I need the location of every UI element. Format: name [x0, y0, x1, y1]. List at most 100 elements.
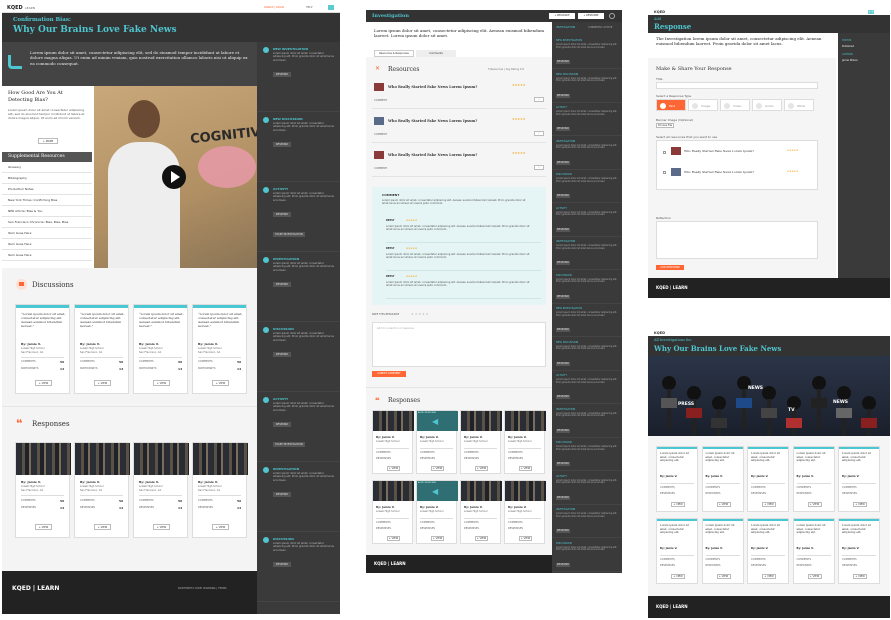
b-response-thumb[interactable]: [505, 411, 546, 431]
c-apps-icon[interactable]: [868, 10, 874, 14]
d-logo[interactable]: KQED: [654, 331, 665, 335]
response-thumb[interactable]: [75, 443, 130, 475]
title-input[interactable]: [656, 82, 818, 89]
b-response-thumb[interactable]: [505, 481, 546, 501]
video-player[interactable]: COGNITIVE BIAS: [94, 86, 309, 272]
b-respond-button[interactable]: RESPOND: [556, 428, 570, 433]
d-view-button[interactable]: + VIEW: [716, 574, 731, 579]
d-view-button[interactable]: + VIEW: [807, 574, 822, 579]
resource-item[interactable]: Item Goes Here: [2, 239, 92, 250]
type-option-video[interactable]: Video: [720, 99, 750, 111]
b-respond-button[interactable]: RESPOND: [556, 227, 570, 232]
b-view-button[interactable]: + VIEW: [475, 466, 488, 471]
d-view-button[interactable]: + VIEW: [762, 502, 776, 507]
resource-comments[interactable]: COMMENT: [374, 167, 387, 170]
b-respond-button[interactable]: RESPOND: [556, 562, 570, 567]
view-button[interactable]: + VIEW: [212, 380, 229, 386]
type-option-text[interactable]: Text: [656, 99, 686, 111]
respond-button[interactable]: RESPOND: [273, 72, 291, 77]
b-respond-button[interactable]: RESPOND: [556, 462, 570, 466]
d-view-button[interactable]: + VIEW: [853, 574, 867, 579]
respond-button[interactable]: RESPOND: [273, 282, 291, 287]
type-option-other[interactable]: Other: [784, 99, 814, 111]
settings-icon[interactable]: [609, 13, 615, 19]
b-view-button[interactable]: + VIEW: [431, 536, 444, 541]
add-response-button[interactable]: + RESPONSE: [578, 13, 604, 19]
view-button[interactable]: + VIEW: [153, 380, 170, 386]
respond-button[interactable]: RESPOND: [273, 142, 291, 147]
view-button[interactable]: + VIEW: [94, 524, 111, 530]
resource-more-button[interactable]: ›: [534, 97, 544, 102]
resource-more-button[interactable]: ›: [534, 131, 544, 136]
b-respond-button[interactable]: RESPOND: [556, 60, 570, 64]
b-view-button[interactable]: + VIEW: [519, 466, 532, 471]
start-investigation-button[interactable]: START INVESTIGATION: [273, 442, 305, 447]
b-respond-button[interactable]: RESPOND: [556, 529, 570, 533]
apps-grid-icon[interactable]: [328, 5, 334, 10]
b-respond-button[interactable]: RESPOND: [556, 160, 570, 165]
view-button[interactable]: + VIEW: [153, 524, 170, 530]
b-view-button[interactable]: + VIEW: [387, 466, 400, 471]
comment-textarea[interactable]: Add to a reaction or response: [372, 322, 546, 367]
kqed-logo[interactable]: KQED: [7, 5, 23, 11]
b-respond-button[interactable]: RESPOND: [556, 261, 570, 265]
resource-item[interactable]: New York Times: Confirming Bias: [2, 195, 92, 206]
resource-item[interactable]: Bibliography: [2, 173, 92, 184]
d-view-button[interactable]: + VIEW: [671, 574, 685, 579]
respond-button[interactable]: RESPOND: [273, 562, 291, 567]
type-option-audio[interactable]: Audio: [752, 99, 782, 111]
respond-button[interactable]: RESPOND: [273, 352, 291, 357]
play-icon[interactable]: [162, 165, 186, 189]
d-view-button[interactable]: + VIEW: [716, 502, 731, 507]
resource-item[interactable]: Item Goes Here: [2, 228, 92, 239]
b-response-thumb[interactable]: [461, 411, 502, 431]
b-respond-button[interactable]: RESPOND: [556, 495, 570, 500]
respond-button[interactable]: RESPOND: [273, 212, 291, 217]
resource-comments[interactable]: COMMENT: [374, 99, 387, 102]
response-thumb[interactable]: [16, 443, 71, 475]
b-view-button[interactable]: + VIEW: [387, 536, 400, 541]
view-button[interactable]: + VIEW: [94, 380, 111, 386]
attach-checkbox-2[interactable]: [663, 171, 666, 174]
choose-file-button[interactable]: Choose File: [656, 123, 674, 128]
b-respond-button[interactable]: RESPOND: [556, 328, 570, 332]
respond-button[interactable]: RESPOND: [273, 492, 291, 497]
d-view-button[interactable]: + VIEW: [853, 502, 867, 507]
resource-title[interactable]: Who Really Started Fake News Lorem Ipsum…: [388, 153, 498, 157]
b-response-thumb[interactable]: AUDIO RESPONSE ◀: [417, 481, 458, 501]
response-thumb[interactable]: [134, 443, 189, 475]
resource-item[interactable]: Glossary: [2, 162, 92, 173]
d-view-button[interactable]: + VIEW: [807, 502, 822, 507]
start-investigation-button[interactable]: START INVESTIGATION: [273, 232, 305, 237]
view-button[interactable]: + VIEW: [35, 380, 52, 386]
add-response-submit[interactable]: ADD RESPONSE: [656, 265, 684, 270]
d-view-button[interactable]: + VIEW: [762, 574, 776, 579]
resource-item[interactable]: Production Notes: [2, 184, 92, 195]
b-view-button[interactable]: + VIEW: [519, 536, 532, 541]
resource-comments[interactable]: COMMENT: [374, 133, 387, 136]
b-respond-button[interactable]: RESPOND: [556, 93, 570, 98]
respond-button[interactable]: RESPOND: [273, 422, 291, 427]
resource-item[interactable]: San Francisco Chronicle: Bias, Bias, Bia…: [2, 217, 92, 228]
signup-link[interactable]: SIGNUP | LOGIN: [264, 6, 284, 9]
b-view-button[interactable]: + VIEW: [431, 466, 444, 471]
view-button[interactable]: + VIEW: [212, 524, 229, 530]
view-button[interactable]: + VIEW: [35, 524, 52, 530]
more-button[interactable]: + MORE: [38, 138, 58, 144]
resource-title[interactable]: Who Really Started Fake News Lorem Ipsum…: [388, 85, 498, 89]
help-link[interactable]: HELP: [306, 6, 312, 9]
d-view-button[interactable]: + VIEW: [671, 502, 685, 507]
b-respond-button[interactable]: RESPOND: [556, 361, 570, 366]
reflection-textarea[interactable]: [656, 221, 818, 259]
rating-stars-input[interactable]: ★★★★★: [411, 312, 429, 316]
submit-comment-button[interactable]: SUBMIT COMMENT: [372, 371, 406, 377]
b-response-thumb[interactable]: [373, 481, 414, 501]
b-response-thumb[interactable]: [461, 481, 502, 501]
resource-title[interactable]: Who Really Started Fake News Lorem Ipsum…: [388, 119, 498, 123]
b-respond-button[interactable]: RESPOND: [556, 395, 570, 399]
b-response-thumb[interactable]: [373, 411, 414, 431]
resource-more-button[interactable]: ›: [534, 165, 544, 170]
b-respond-button[interactable]: RESPOND: [556, 127, 570, 131]
b-respond-button[interactable]: RESPOND: [556, 294, 570, 299]
b-respond-button[interactable]: RESPOND: [556, 194, 570, 198]
